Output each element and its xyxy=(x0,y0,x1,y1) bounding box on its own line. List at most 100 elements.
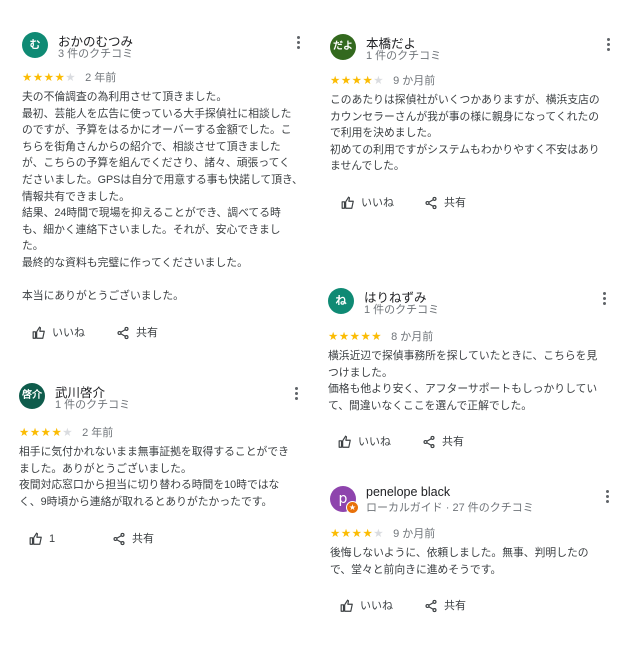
star-filled-icon: ★ xyxy=(349,331,361,343)
review-text-line: で、堂々と前向きに進めそうです。 xyxy=(330,563,502,576)
thumbs-up-icon xyxy=(32,326,45,339)
review-text-line: 夜間対応窓口から担当に切り替わる時間を10時ではな xyxy=(19,479,280,492)
star-filled-icon: ★ xyxy=(51,427,63,439)
star-filled-icon: ★ xyxy=(19,427,30,439)
star-empty-icon: ★ xyxy=(373,528,385,540)
more-options-icon[interactable] xyxy=(601,36,615,54)
like-label: いいね xyxy=(360,600,393,613)
review-text-line: た。 xyxy=(22,240,44,253)
like-label: いいね xyxy=(358,436,391,449)
review-age: 2 年前 xyxy=(82,427,114,439)
review-text-line: で利用を決めました。 xyxy=(330,127,438,140)
avatar[interactable]: だよ xyxy=(330,34,356,60)
review-text-line: が、こちらの予算を組んでくださり、諸々、頑張ってく xyxy=(22,157,290,170)
star-filled-icon: ★ xyxy=(340,75,352,87)
review-text-line: 価格も他より安く、アフターサポートもしっかりしてい xyxy=(328,383,598,396)
review-text: 相手に気付かれないまま無事証拠を取得することができ ました。ありがとうございました… xyxy=(19,444,309,510)
review-text-line: のですが、予算をはるかにオーバーする金額でした。こ xyxy=(22,124,292,137)
star-filled-icon: ★ xyxy=(362,528,374,540)
star-rating: ★★★★★ xyxy=(19,426,73,440)
review-card: だよ 本橋だよ 1 件のクチコミ ★★★★★ 9 か月前 このあたりは探偵社がい… xyxy=(330,34,620,214)
review-age: 9 か月前 xyxy=(393,528,436,540)
review-text-line: 最初、芸能人を広告に使っている大手探偵社に相談した xyxy=(22,107,292,120)
review-header: 啓介 武川啓介 1 件のクチコミ xyxy=(19,383,309,417)
star-filled-icon: ★ xyxy=(362,75,374,87)
review-text-line: このあたりは探偵社がいくつかありますが、横浜支店の xyxy=(330,94,600,106)
more-options-icon[interactable] xyxy=(291,34,305,52)
local-guide-badge-icon: ★ xyxy=(346,501,359,514)
share-label: 共有 xyxy=(136,326,158,339)
star-filled-icon: ★ xyxy=(22,72,33,84)
thumbs-up-icon xyxy=(29,532,42,546)
share-label: 共有 xyxy=(444,196,466,209)
star-filled-icon: ★ xyxy=(328,331,339,343)
review-actions: いいね 共有 xyxy=(330,192,620,214)
review-card: 啓介 武川啓介 1 件のクチコミ ★★★★★ 2 年前 相手に気付かれないまま無… xyxy=(19,383,309,550)
rating-row: ★★★★★ 8 か月前 xyxy=(328,330,618,344)
review-text-line: ました。ありがとうございました。 xyxy=(19,462,192,475)
review-actions: いいね 共有 xyxy=(330,595,620,617)
star-filled-icon: ★ xyxy=(351,528,363,540)
star-rating: ★★★★★ xyxy=(330,74,384,88)
rating-row: ★★★★★ 9 か月前 xyxy=(330,527,620,541)
share-icon xyxy=(423,436,435,449)
star-rating: ★★★★★ xyxy=(328,330,382,344)
star-filled-icon: ★ xyxy=(351,75,363,87)
review-actions: いいね 共有 xyxy=(22,322,312,344)
more-options-icon[interactable] xyxy=(289,385,303,403)
thumbs-up-icon xyxy=(340,599,353,613)
star-filled-icon: ★ xyxy=(340,528,352,540)
share-label: 共有 xyxy=(132,533,154,546)
review-text-line: ださいました。GPSは自分で用意する事も快諾して頂き、 xyxy=(22,173,303,186)
avatar[interactable]: ね xyxy=(328,288,354,314)
review-text: 夫の不倫調査の為利用させて頂きました。最初、芸能人を広告に使っている大手探偵社に… xyxy=(22,89,312,305)
review-text-line: 横浜近辺で探偵事務所を探していたときに、こちらを見 xyxy=(328,350,598,362)
share-icon xyxy=(113,533,125,546)
review-count: 1 件のクチコミ xyxy=(364,304,440,316)
share-label: 共有 xyxy=(442,436,464,449)
avatar[interactable]: 啓介 xyxy=(19,383,45,409)
review-age: 2 年前 xyxy=(85,72,117,84)
like-label: いいね xyxy=(52,326,85,339)
star-filled-icon: ★ xyxy=(54,72,66,84)
review-text: 後悔しないように、依頼しました。無事、判明したの で、堂々と前向きに進めそうです。 xyxy=(330,545,620,578)
review-text: このあたりは探偵社がいくつかありますが、横浜支店の カウンセラーさんが我が事の様に… xyxy=(330,92,620,175)
review-age: 9 か月前 xyxy=(393,75,436,87)
more-options-icon[interactable] xyxy=(600,488,614,506)
review-header: ね はりねずみ 1 件のクチコミ xyxy=(328,288,618,322)
review-text-line: カウンセラーさんが我が事の様に親身になってくれたの xyxy=(330,110,600,123)
star-filled-icon: ★ xyxy=(330,75,341,87)
review-header: む おかのむつみ 3 件のクチコミ xyxy=(22,32,312,66)
review-text-line: 相手に気付かれないまま無事証拠を取得することができ xyxy=(19,446,289,458)
review-text-line: て、間違いなくここを選んで正解でした。 xyxy=(328,399,533,412)
review-actions: いいね 共有 xyxy=(328,431,618,453)
more-options-icon[interactable] xyxy=(597,290,611,308)
review-text-line: 夫の不倫調査の為利用させて頂きました。 xyxy=(22,91,228,103)
review-text-line: 結果、24時間で現場を抑えることができ、調べてる時 xyxy=(22,207,281,220)
review-card: む おかのむつみ 3 件のクチコミ ★★★★★ 2 年前 夫の不倫調査の為利用さ… xyxy=(22,32,312,344)
review-text-line: つけました。 xyxy=(328,366,393,379)
review-text-line: ませんでした。 xyxy=(330,160,405,173)
reviewer-name[interactable]: penelope black xyxy=(366,485,450,499)
like-label: いいね xyxy=(361,196,394,209)
rating-row: ★★★★★ 9 か月前 xyxy=(330,74,620,88)
star-filled-icon: ★ xyxy=(43,72,55,84)
star-rating: ★★★★★ xyxy=(330,527,384,541)
review-text-line: 後悔しないように、依頼しました。無事、判明したの xyxy=(330,547,589,559)
thumbs-up-icon xyxy=(341,196,354,209)
review-count: ローカルガイド · 27 件のクチコミ xyxy=(366,502,534,514)
share-icon xyxy=(425,600,437,613)
avatar[interactable]: む xyxy=(22,32,48,58)
share-icon xyxy=(425,196,437,210)
review-count: 1 件のクチコミ xyxy=(55,399,131,411)
review-text-line: 最終的な資料も完璧に作ってくださいました。 xyxy=(22,256,248,269)
avatar[interactable]: p ★ xyxy=(330,486,359,514)
star-filled-icon: ★ xyxy=(32,72,44,84)
star-empty-icon: ★ xyxy=(65,72,77,84)
star-filled-icon: ★ xyxy=(360,331,372,343)
star-filled-icon: ★ xyxy=(338,331,350,343)
star-empty-icon: ★ xyxy=(62,427,74,439)
review-text-line: 情報共有できました。 xyxy=(22,190,130,203)
review-text: 横浜近辺で探偵事務所を探していたときに、こちらを見 つけました。価格も他より安く、… xyxy=(328,348,618,414)
review-count: 1 件のクチコミ xyxy=(366,50,442,62)
